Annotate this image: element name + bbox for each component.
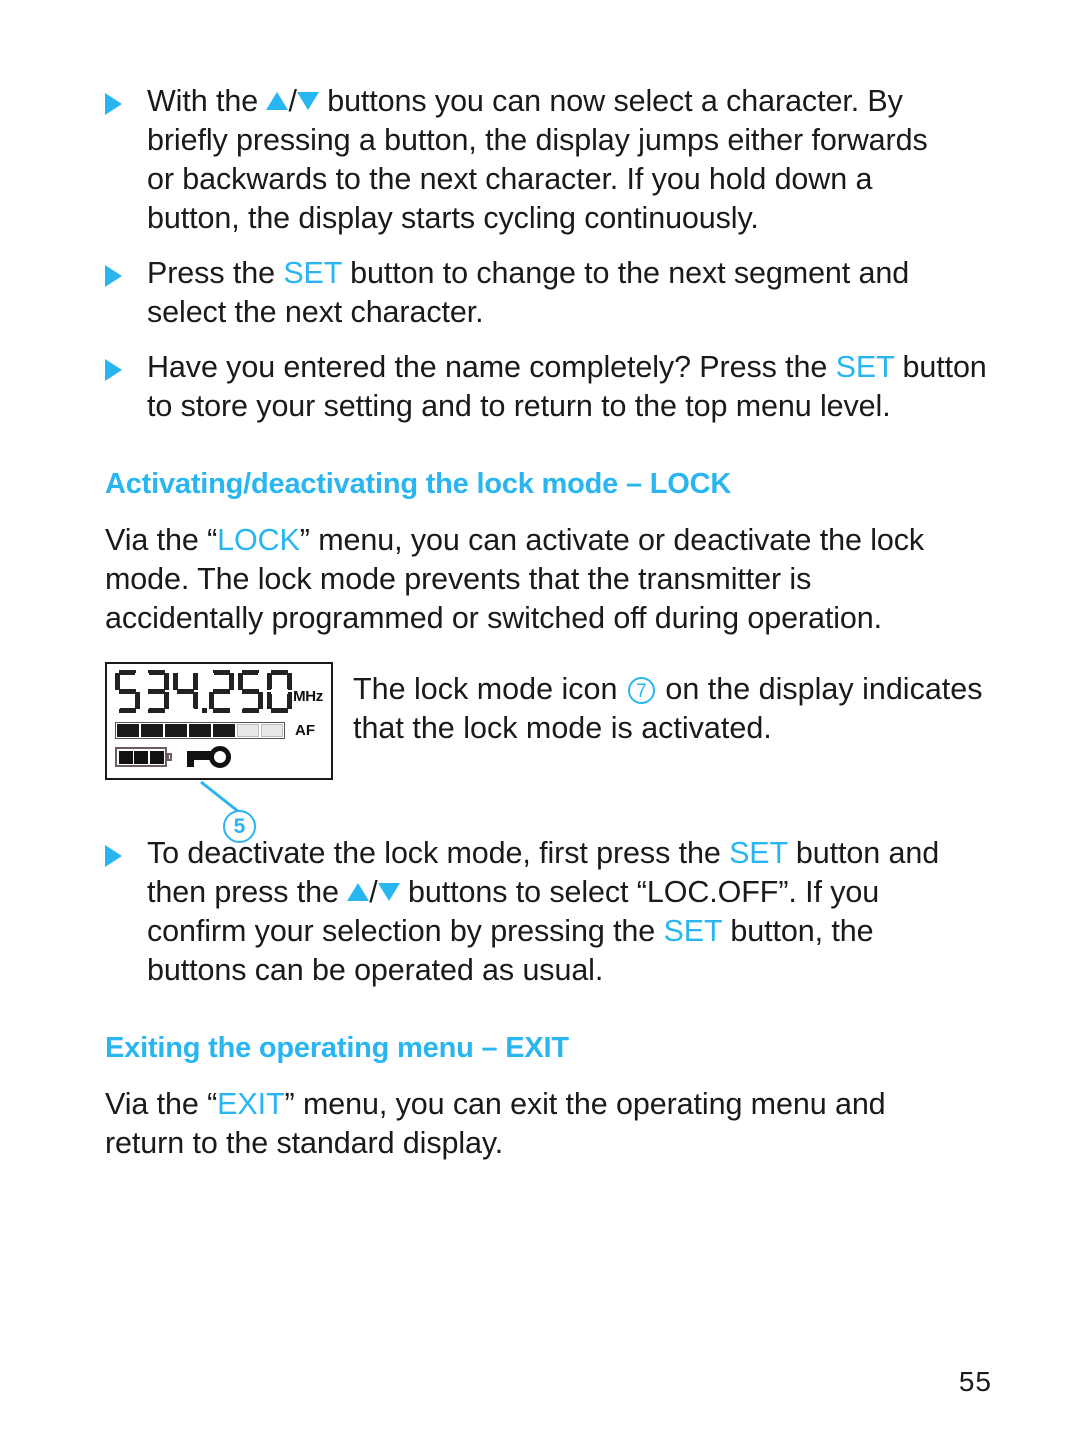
page-content: With the / buttons you can now select a … xyxy=(105,82,993,1163)
bullet-arrow-icon xyxy=(105,359,122,381)
text-line: or backwards to the next character. If y… xyxy=(147,162,873,196)
slash-separator: / xyxy=(288,84,297,118)
callout-leader-line xyxy=(200,780,240,814)
set-button-reference: SET xyxy=(729,836,788,870)
battery-icon xyxy=(115,747,172,767)
lcd-af-bargraph xyxy=(115,722,285,739)
bullet-arrow-icon xyxy=(105,93,122,115)
figure-caption: The lock mode icon 7 on the display indi… xyxy=(353,670,993,748)
lcd-af-row: AF xyxy=(115,722,327,739)
text-fragment: The lock mode icon xyxy=(353,672,626,706)
text-fragment: button and xyxy=(787,836,940,870)
callout-5: 5 xyxy=(197,780,317,843)
text-fragment: confirm your selection by pressing the xyxy=(147,914,664,948)
decimal-point xyxy=(202,670,208,714)
bullet-text: Press the SET button to change to the ne… xyxy=(147,254,993,332)
text-fragment: ” menu, you can exit the operating menu … xyxy=(284,1087,886,1121)
text-fragment: buttons to select “LOC.OFF”. If you xyxy=(399,875,880,909)
lcd-frequency-digits xyxy=(115,670,296,716)
text-fragment: Press the xyxy=(147,256,284,290)
seg-digit xyxy=(173,670,200,714)
text-line: return to the standard display. xyxy=(105,1126,504,1160)
text-fragment: Via the “ xyxy=(105,1087,218,1121)
bullet-text: Have you entered the name completely? Pr… xyxy=(147,348,993,426)
figure-lcd-lock: MHz AF 5 The lock mode icon 7 on the dis… xyxy=(105,662,993,843)
seg-digit xyxy=(209,670,236,714)
bullet-text: With the / buttons you can now select a … xyxy=(147,82,993,238)
text-line: accidentally programmed or switched off … xyxy=(105,601,882,635)
text-line: select the next character. xyxy=(147,295,484,329)
set-button-reference: SET xyxy=(283,256,342,290)
text-fragment: button, the xyxy=(722,914,874,948)
bullet-text: To deactivate the lock mode, first press… xyxy=(147,834,993,990)
bullet-arrow-icon xyxy=(105,265,122,287)
bullet-next-segment: Press the SET button to change to the ne… xyxy=(105,254,993,332)
set-button-reference: SET xyxy=(835,350,895,384)
manual-page: With the / buttons you can now select a … xyxy=(0,0,1080,1450)
bullet-store-setting: Have you entered the name completely? Pr… xyxy=(105,348,993,426)
text-line: mode. The lock mode prevents that the tr… xyxy=(105,562,812,596)
paragraph-exit-menu: Via the “EXIT” menu, you can exit the op… xyxy=(105,1085,993,1163)
bullet-select-character: With the / buttons you can now select a … xyxy=(105,82,993,238)
text-fragment: With the xyxy=(147,84,267,118)
text-line: that the lock mode is activated. xyxy=(353,711,772,745)
seg-digit xyxy=(267,670,294,714)
bullet-arrow-icon xyxy=(105,845,122,867)
text-fragment: then press the xyxy=(147,875,348,909)
triangle-up-icon xyxy=(347,883,370,901)
lock-menu-reference: LOCK xyxy=(217,523,300,557)
lcd-display-illustration: MHz AF 5 xyxy=(105,662,337,843)
triangle-up-icon xyxy=(266,92,289,110)
text-fragment: button xyxy=(894,350,987,384)
text-line: button, the display starts cycling conti… xyxy=(147,201,759,235)
seg-digit xyxy=(144,670,171,714)
text-fragment: To deactivate the lock mode, first press… xyxy=(147,836,730,870)
text-line: buttons can be operated as usual. xyxy=(147,953,604,987)
callout-reference-7: 7 xyxy=(627,677,655,704)
text-fragment: ” menu, you can activate or deactivate t… xyxy=(299,523,925,557)
triangle-down-icon xyxy=(377,883,400,901)
text-fragment: button to change to the next segment and xyxy=(341,256,910,290)
seg-digit xyxy=(238,670,265,714)
lcd-mhz-label: MHz xyxy=(293,688,323,705)
slash-separator: / xyxy=(369,875,378,909)
paragraph-lock-mode: Via the “LOCK” menu, you can activate or… xyxy=(105,521,993,638)
key-lock-icon xyxy=(187,746,233,768)
exit-menu-reference: EXIT xyxy=(217,1087,285,1121)
lcd-af-label: AF xyxy=(295,722,315,739)
text-line: briefly pressing a button, the display j… xyxy=(147,123,928,157)
text-fragment: Have you entered the name completely? Pr… xyxy=(147,350,836,384)
triangle-down-icon xyxy=(296,92,319,110)
heading-exit-menu: Exiting the operating menu – EXIT xyxy=(105,1032,569,1064)
text-fragment: Via the “ xyxy=(105,523,218,557)
text-fragment: buttons you can now select a character. … xyxy=(318,84,903,118)
text-line: to store your setting and to return to t… xyxy=(147,389,891,423)
lcd-status-row xyxy=(115,746,233,768)
text-fragment: on the display indicates xyxy=(656,672,983,706)
lcd-panel: MHz AF xyxy=(105,662,333,780)
seg-digit xyxy=(115,670,142,714)
set-button-reference: SET xyxy=(663,914,723,948)
bullet-deactivate-lock: To deactivate the lock mode, first press… xyxy=(105,834,993,990)
page-number: 55 xyxy=(958,1366,992,1397)
heading-lock-mode: Activating/deactivating the lock mode – … xyxy=(105,468,732,500)
